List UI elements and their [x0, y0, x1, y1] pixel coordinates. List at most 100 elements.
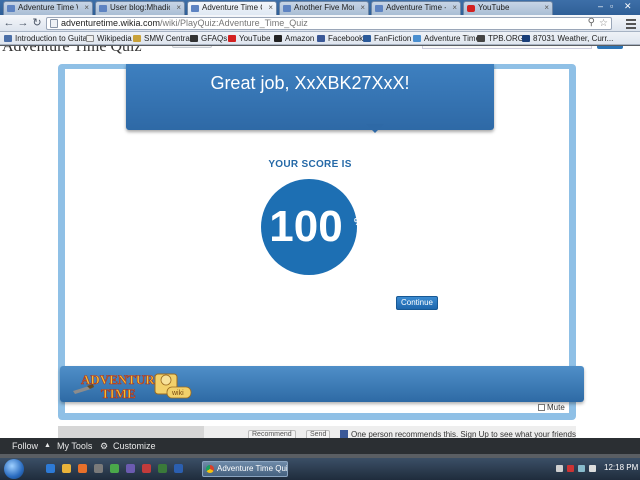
- url-path: /wiki/PlayQuiz:Adventure_Time_Quiz: [160, 18, 308, 28]
- facebook-icon: [340, 430, 348, 438]
- app-icon[interactable]: [174, 464, 183, 473]
- bookmark-item[interactable]: GFAQs: [190, 33, 227, 44]
- close-icon[interactable]: ×: [544, 2, 549, 14]
- quiz-footer-bar: ADVENTURE TIME wiki: [60, 366, 584, 402]
- browser-tab[interactable]: Adventure Time - Th×: [371, 1, 461, 15]
- send-button[interactable]: Send: [306, 430, 331, 438]
- bookmark-star-icon[interactable]: ☆: [599, 18, 608, 29]
- youtube-icon: [467, 5, 475, 12]
- menu-icon[interactable]: [626, 17, 636, 29]
- score-label: YOUR SCORE IS: [268, 159, 352, 170]
- media-player-icon[interactable]: [78, 464, 87, 473]
- reload-icon[interactable]: ↻: [31, 16, 43, 30]
- bookmark-icon: [363, 35, 371, 42]
- url-host: adventuretime.wikia.com: [61, 18, 161, 28]
- bookmark-item[interactable]: Adventure Time: [413, 33, 480, 44]
- web-page: Adventure Time Quiz Great job, XxXBK27Xx…: [0, 46, 640, 438]
- browser-tab[interactable]: Another Five More S×: [279, 1, 369, 15]
- taskbar: Adventure Time Qui... 12:18 PM: [0, 458, 640, 480]
- gear-icon: ⚙: [100, 441, 109, 451]
- app-icon[interactable]: [158, 464, 167, 473]
- result-message: Great job, XxXBK27XxX!: [210, 73, 410, 93]
- bookmark-icon: [133, 35, 141, 42]
- browser-tab-active[interactable]: Adventure Time Quiz×: [187, 1, 277, 15]
- wikia-icon: [375, 5, 383, 12]
- score-value: 100: [269, 202, 343, 251]
- amazon-icon: [274, 35, 282, 42]
- taskbar-chrome-window[interactable]: Adventure Time Qui...: [202, 461, 288, 477]
- wikipedia-icon: [86, 35, 94, 42]
- browser-tab[interactable]: User blog:Mhadick/T×: [95, 1, 185, 15]
- bookmark-item[interactable]: TPB.ORG: [477, 33, 524, 44]
- score-circle: 100 %: [261, 179, 363, 275]
- continue-button[interactable]: Continue: [396, 296, 438, 310]
- adventure-time-wiki-logo: ADVENTURE TIME wiki: [73, 372, 192, 401]
- back-icon[interactable]: ←: [3, 16, 15, 30]
- network-icon[interactable]: [578, 465, 585, 472]
- bookmark-item[interactable]: Amazon: [274, 33, 314, 44]
- mute-checkbox[interactable]: [538, 404, 545, 411]
- facebook-icon: [317, 35, 325, 42]
- folder-icon[interactable]: [62, 464, 71, 473]
- customize-button[interactable]: Customize: [113, 438, 156, 454]
- bookmark-icon: [4, 35, 12, 42]
- bookmark-item[interactable]: Facebook: [317, 33, 363, 44]
- page-title: Adventure Time Quiz: [2, 46, 142, 55]
- browser-tab[interactable]: YouTube ×: [463, 1, 553, 15]
- close-icon[interactable]: ×: [452, 2, 457, 14]
- my-tools-button[interactable]: My Tools: [57, 438, 92, 454]
- svg-text:ADVENTURE: ADVENTURE: [81, 372, 163, 387]
- app-icon[interactable]: [142, 464, 151, 473]
- recommend-button[interactable]: Recommend: [248, 430, 296, 438]
- bookmark-item[interactable]: YouTube: [228, 33, 270, 44]
- wikia-icon: [191, 5, 199, 12]
- svg-text:TIME: TIME: [101, 386, 136, 401]
- mute-toggle[interactable]: Mute: [538, 403, 565, 412]
- facebook-recommend-text: One person recommends this. Sign Up to s…: [340, 430, 576, 438]
- bookmarks-bar: Introduction to Guitar Wikipedia SMW Cen…: [0, 32, 640, 45]
- app-icon[interactable]: [94, 464, 103, 473]
- close-window-icon[interactable]: ✕: [624, 1, 632, 12]
- arrow-up-icon[interactable]: ▲: [44, 438, 51, 454]
- chrome-icon: [206, 465, 214, 473]
- close-icon[interactable]: ×: [84, 2, 89, 14]
- tab-strip: Adventure Time Wik× User blog:Mhadick/T×…: [0, 0, 640, 15]
- svg-text:wiki: wiki: [171, 390, 184, 397]
- clock[interactable]: 12:18 PM: [604, 463, 638, 472]
- bookmark-icon: [477, 35, 485, 42]
- bookmark-item[interactable]: Wikipedia: [86, 33, 132, 44]
- close-icon[interactable]: ×: [268, 2, 273, 14]
- wiki-search-button[interactable]: [597, 46, 623, 49]
- bookmark-item[interactable]: Introduction to Guitar: [4, 33, 90, 44]
- result-banner: Great job, XxXBK27XxX!: [126, 64, 494, 133]
- search-icon[interactable]: ⚲: [588, 17, 595, 28]
- bookmark-item[interactable]: 87031 Weather, Curr...: [522, 33, 613, 44]
- forward-icon[interactable]: →: [17, 16, 29, 30]
- close-icon[interactable]: ×: [176, 2, 181, 14]
- app-icon[interactable]: [126, 464, 135, 473]
- wikia-icon: [99, 5, 107, 12]
- wiki-search-input[interactable]: [422, 46, 592, 49]
- url-field[interactable]: adventuretime.wikia.com/wiki/PlayQuiz:Ad…: [46, 17, 612, 30]
- bookmark-item[interactable]: SMW Central: [133, 33, 192, 44]
- bookmark-item[interactable]: FanFiction: [363, 33, 411, 44]
- follow-button[interactable]: Follow: [12, 438, 38, 454]
- weather-icon: [522, 35, 530, 42]
- app-icon[interactable]: [110, 464, 119, 473]
- bookmark-icon: [190, 35, 198, 42]
- ie-icon[interactable]: [46, 464, 55, 473]
- wikia-icon: [283, 5, 291, 12]
- page-icon: [50, 19, 58, 28]
- page-header-button[interactable]: [172, 46, 212, 48]
- minimize-icon[interactable]: –: [598, 1, 603, 11]
- start-button[interactable]: [4, 459, 24, 479]
- address-bar: ← → ↻ adventuretime.wikia.com/wiki/PlayQ…: [0, 15, 640, 32]
- volume-icon[interactable]: [589, 465, 596, 472]
- tray-icon[interactable]: [556, 465, 563, 472]
- banner-pointer: [366, 124, 384, 133]
- close-icon[interactable]: ×: [360, 2, 365, 14]
- bookmark-icon: [413, 35, 421, 42]
- browser-tab[interactable]: Adventure Time Wik×: [3, 1, 93, 15]
- maximize-icon[interactable]: ▫: [610, 1, 613, 11]
- tray-icon[interactable]: [567, 465, 574, 472]
